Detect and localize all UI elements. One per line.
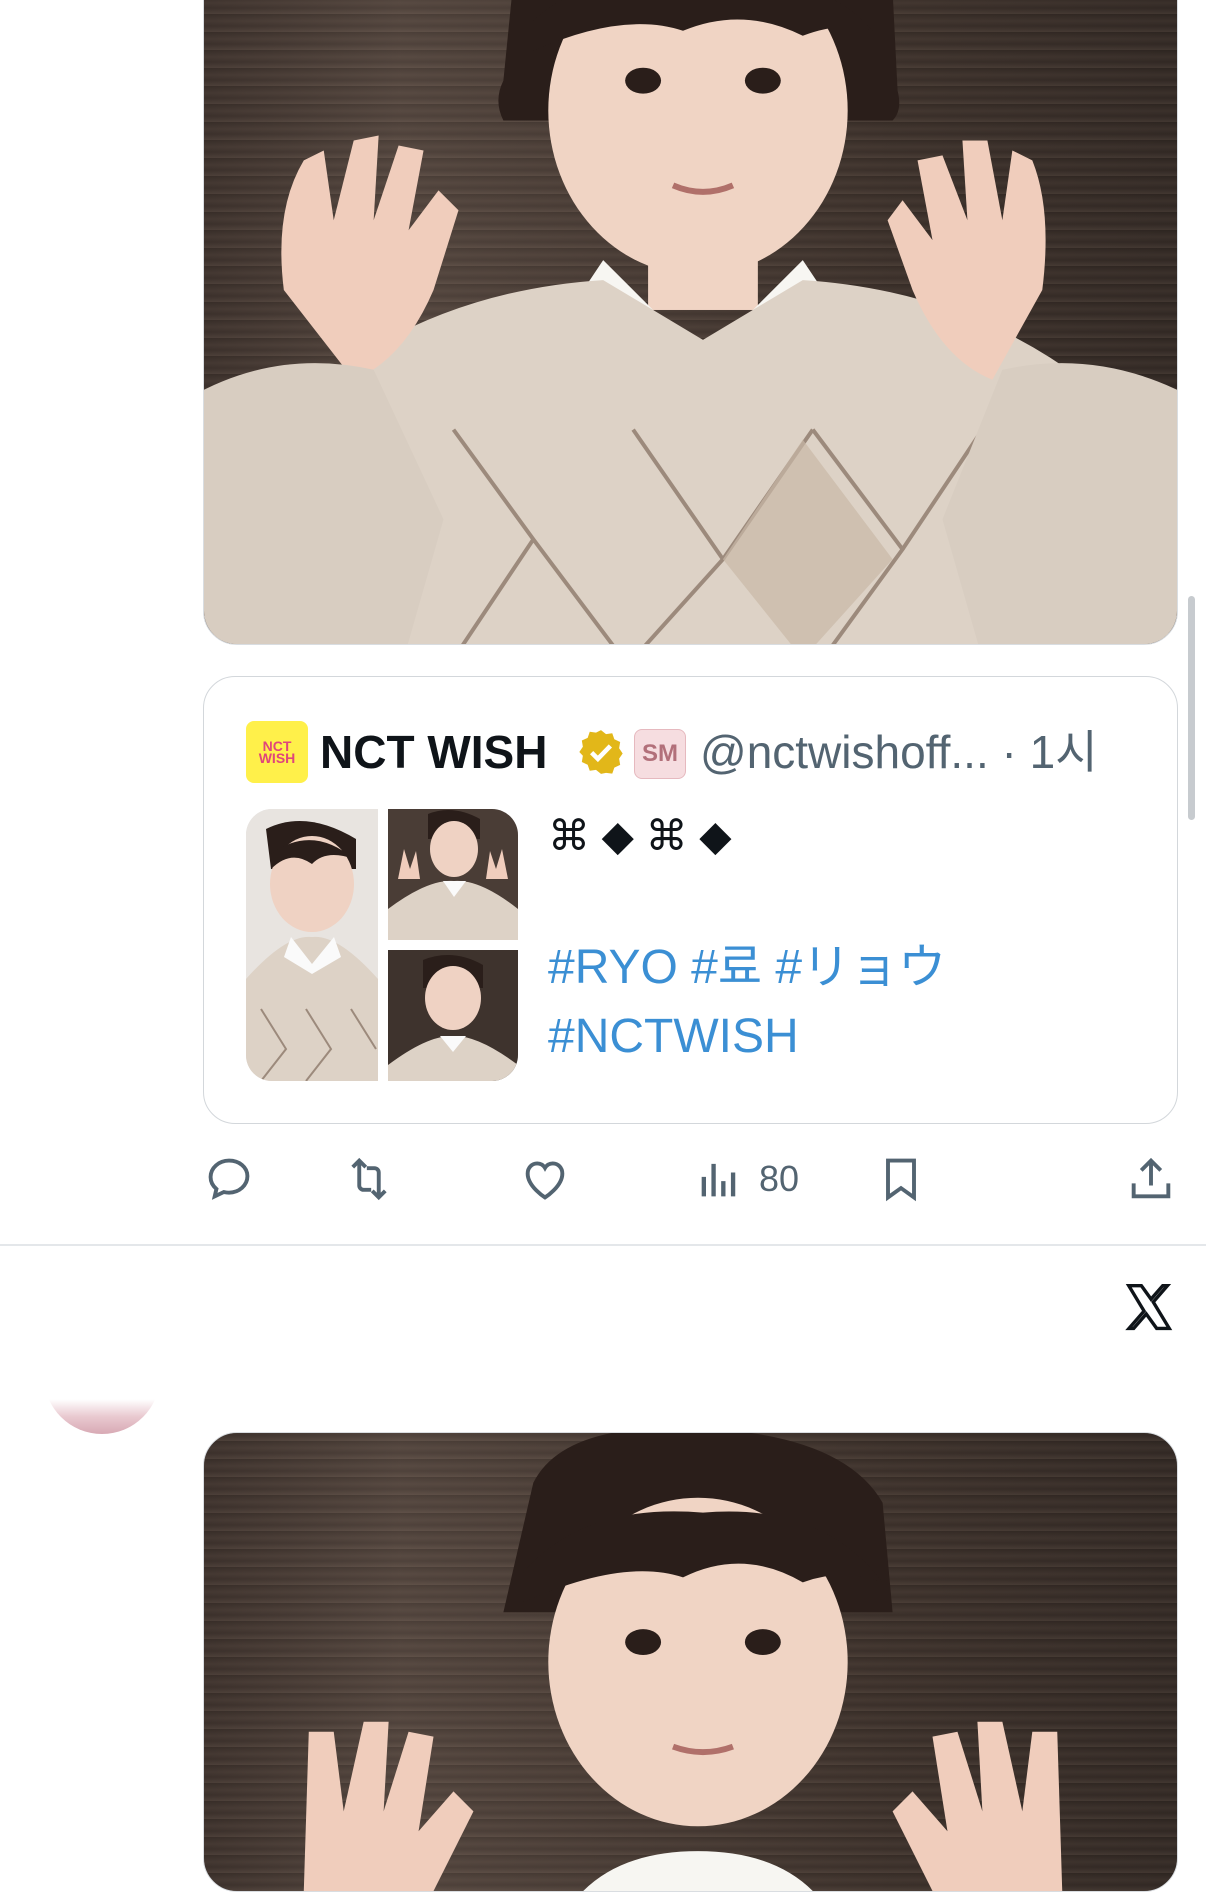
person-illustration (303, 1433, 1063, 1891)
scrollbar[interactable] (1188, 596, 1195, 820)
thumb-illustration (388, 950, 518, 1081)
reply-button[interactable] (203, 1153, 255, 1205)
post-divider (0, 1244, 1206, 1246)
quoted-media-thumb[interactable] (388, 950, 518, 1081)
quoted-post-text: ⌘ ◆ ⌘ ◆ (548, 812, 732, 859)
quoted-media-thumb[interactable] (246, 809, 378, 1081)
hashtags-line-1[interactable]: #RYO #료 #リョウ (548, 941, 946, 994)
quoted-author-avatar[interactable]: NCT WISH (246, 721, 308, 783)
x-logo-icon[interactable] (1122, 1280, 1176, 1334)
hashtags-line-2[interactable]: #NCTWISH (548, 1010, 799, 1063)
bookmark-button[interactable] (875, 1153, 927, 1205)
post-media-image[interactable] (203, 0, 1178, 645)
hashtag-line[interactable]: #NCTWISH (548, 1002, 1148, 1071)
share-icon (1131, 1157, 1171, 1199)
post-action-bar: 80 (203, 1145, 1178, 1215)
verified-badge-icon (579, 730, 623, 774)
quoted-post-card[interactable]: NCT WISH NCT WISH SM @nctwishoff... · 1시 (203, 676, 1178, 1124)
reply-icon (208, 1158, 250, 1200)
thumb-illustration (246, 809, 378, 1081)
quoted-media-thumb[interactable] (388, 809, 518, 940)
like-button[interactable] (519, 1153, 571, 1205)
views-count: 80 (759, 1158, 800, 1199)
thumb-illustration (388, 809, 518, 940)
next-post-author-avatar[interactable] (44, 1376, 160, 1434)
hashtag-line[interactable]: #RYO #료 #リョウ (548, 933, 1148, 1002)
views-button[interactable]: 80 (693, 1153, 799, 1205)
repost-button[interactable] (343, 1153, 395, 1205)
like-icon (525, 1161, 565, 1200)
quoted-author-name[interactable]: NCT WISH (320, 721, 547, 783)
quoted-author-handle-time: @nctwishoff... · 1시 (700, 726, 1098, 778)
views-icon (701, 1163, 736, 1197)
quoted-media-grid[interactable] (246, 809, 518, 1081)
bookmark-icon (886, 1158, 916, 1202)
avatar-logo-text: NCT WISH (258, 738, 296, 766)
affiliation-badge: SM (634, 729, 686, 779)
repost-icon (351, 1157, 387, 1201)
person-illustration (204, 0, 1177, 644)
quoted-post-hashtags: #RYO #료 #リョウ #NCTWISH (548, 933, 1148, 1071)
share-button[interactable] (1125, 1153, 1177, 1205)
affiliation-text: SM (642, 740, 678, 767)
post-media-image[interactable] (203, 1432, 1178, 1892)
